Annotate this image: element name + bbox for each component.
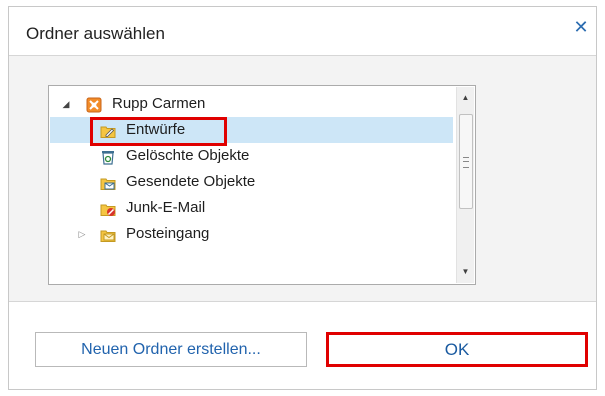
drafts-folder-icon	[100, 122, 116, 138]
scroll-thumb[interactable]	[459, 114, 473, 209]
folder-tree[interactable]: ◢ Rupp Carmen Entwürfe Gelöschte Objekte…	[48, 85, 476, 285]
mailbox-icon	[86, 96, 102, 113]
expand-arrow-icon[interactable]: ▷	[76, 221, 88, 247]
junk-folder-icon	[100, 200, 116, 216]
tree-root-label: Rupp Carmen	[112, 95, 206, 112]
ok-button[interactable]: OK	[326, 332, 588, 367]
tree-row-drafts[interactable]: Entwürfe	[50, 117, 453, 143]
collapse-arrow-icon[interactable]: ◢	[60, 91, 72, 117]
tree-row-inbox[interactable]: ▷ Posteingang	[50, 221, 453, 247]
tree-item-label: Junk-E-Mail	[126, 199, 206, 216]
sent-items-icon	[100, 174, 116, 190]
dialog-title: Ordner auswählen	[26, 24, 165, 43]
scroll-up-icon[interactable]: ▲	[457, 89, 474, 107]
tree-row-sent[interactable]: Gesendete Objekte	[50, 169, 453, 195]
tree-row-root[interactable]: ◢ Rupp Carmen	[50, 91, 453, 117]
deleted-items-icon	[100, 148, 116, 165]
grip-icon	[463, 157, 469, 168]
tree-item-label: Gesendete Objekte	[126, 173, 256, 190]
tree-scrollbar[interactable]: ▲ ▼	[456, 87, 474, 283]
scroll-down-icon[interactable]: ▼	[457, 263, 474, 281]
close-icon[interactable]: ✕	[573, 18, 589, 36]
tree-row-deleted[interactable]: Gelöschte Objekte	[50, 143, 453, 169]
inbox-folder-icon	[100, 226, 116, 242]
tree-item-label: Entwürfe	[126, 121, 186, 138]
tree-item-label: Posteingang	[126, 225, 210, 242]
new-folder-button[interactable]: Neuen Ordner erstellen...	[35, 332, 307, 367]
tree-item-label: Gelöschte Objekte	[126, 147, 250, 164]
tree-row-junk[interactable]: Junk-E-Mail	[50, 195, 453, 221]
